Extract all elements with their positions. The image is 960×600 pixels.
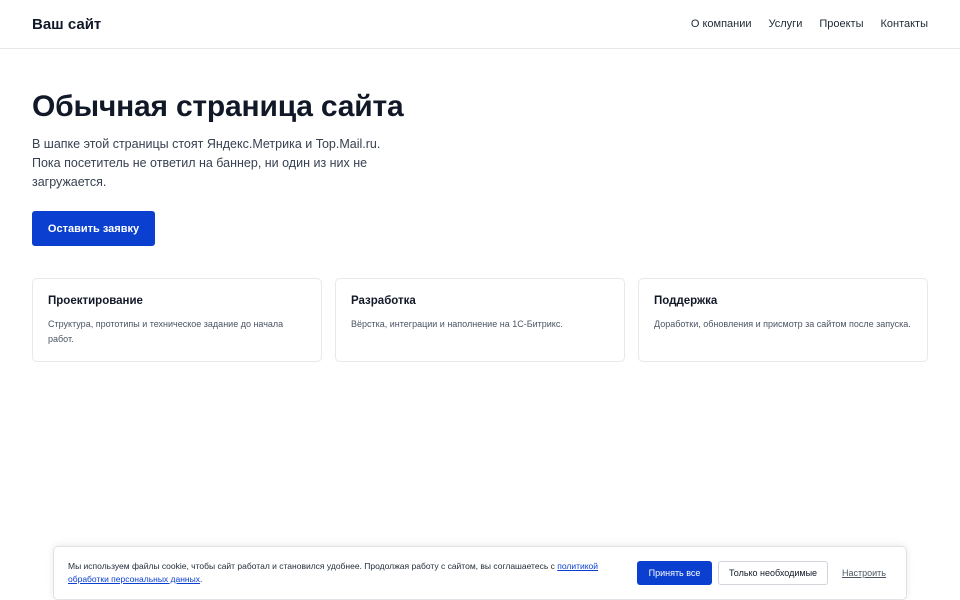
card-title: Разработка bbox=[351, 295, 416, 307]
service-card-development[interactable]: Разработка Вёрстка, интеграции и наполне… bbox=[335, 278, 625, 362]
page-title: Обычная страница сайта bbox=[32, 90, 404, 123]
card-description: Доработки, обновления и присмотр за сайт… bbox=[654, 319, 911, 329]
service-card-support[interactable]: Поддержка Доработки, обновления и присмо… bbox=[638, 278, 928, 362]
card-title: Поддержка bbox=[654, 295, 718, 307]
service-card-design[interactable]: Проектирование Структура, прототипы и те… bbox=[32, 278, 322, 362]
cookie-message-text: Мы используем файлы cookie, чтобы сайт р… bbox=[68, 561, 555, 571]
accept-all-button[interactable]: Принять все bbox=[637, 561, 713, 585]
main-nav: О компании Услуги Проекты Контакты bbox=[691, 18, 928, 30]
nav-link-services[interactable]: Услуги bbox=[769, 18, 803, 30]
services-cards: Проектирование Структура, прототипы и те… bbox=[32, 278, 928, 362]
nav-link-contacts[interactable]: Контакты bbox=[880, 18, 928, 30]
hero-description: В шапке этой страницы стоят Яндекс.Метри… bbox=[32, 137, 381, 189]
nav-link-projects[interactable]: Проекты bbox=[819, 18, 863, 30]
card-title: Проектирование bbox=[48, 295, 143, 307]
cookie-message: Мы используем файлы cookie, чтобы сайт р… bbox=[68, 560, 628, 586]
card-description: Структура, прототипы и техническое задан… bbox=[48, 319, 284, 344]
site-logo[interactable]: Ваш сайт bbox=[32, 16, 101, 33]
main-content: Обычная страница сайта В шапке этой стра… bbox=[0, 49, 960, 362]
site-header: Ваш сайт О компании Услуги Проекты Конта… bbox=[0, 0, 960, 49]
card-description: Вёрстка, интеграции и наполнение на 1С-Б… bbox=[351, 319, 563, 329]
cookie-actions: Принять все Только необходимые Настроить bbox=[637, 561, 892, 585]
nav-link-about[interactable]: О компании bbox=[691, 18, 752, 30]
submit-request-button[interactable]: Оставить заявку bbox=[32, 211, 155, 246]
cookie-banner: Мы используем файлы cookie, чтобы сайт р… bbox=[53, 546, 907, 600]
essential-only-button[interactable]: Только необходимые bbox=[718, 561, 829, 585]
cookie-message-end: . bbox=[199, 574, 203, 584]
cookie-settings-link[interactable]: Настроить bbox=[842, 568, 886, 578]
